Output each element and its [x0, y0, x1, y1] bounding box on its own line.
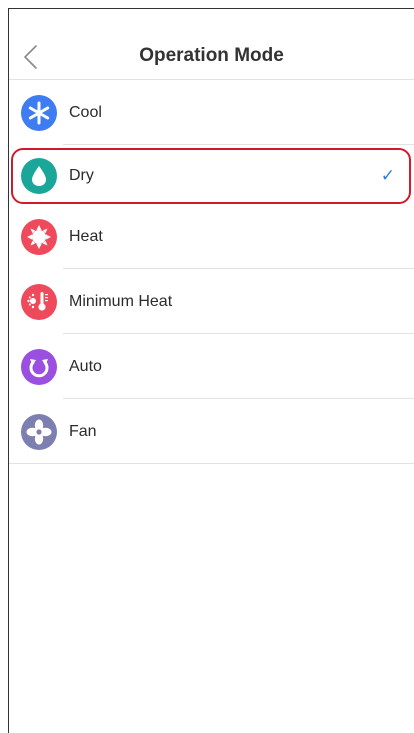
mode-label: Fan	[69, 422, 97, 440]
screen-frame: Operation Mode Cool Dry ✓ Heat Minimum H…	[8, 8, 414, 733]
mode-label: Cool	[69, 103, 102, 121]
thermometer-icon	[21, 283, 57, 320]
mode-item-auto[interactable]: Auto	[9, 334, 414, 399]
mode-label: Minimum Heat	[69, 292, 173, 310]
sun-icon	[21, 218, 57, 255]
mode-label: Heat	[69, 227, 103, 245]
page-title: Operation Mode	[139, 45, 284, 66]
fan-icon	[21, 413, 57, 450]
mode-item-heat[interactable]: Heat	[9, 204, 414, 269]
mode-item-cool[interactable]: Cool	[9, 80, 414, 145]
mode-item-fan[interactable]: Fan	[9, 399, 414, 464]
mode-list: Cool Dry ✓ Heat Minimum Heat Auto Fan	[9, 80, 414, 464]
water-drop-icon	[21, 158, 57, 194]
mode-item-minimum-heat[interactable]: Minimum Heat	[9, 269, 414, 334]
header: Operation Mode	[9, 9, 414, 80]
auto-cycle-icon	[21, 348, 57, 385]
mode-label: Auto	[69, 357, 102, 375]
snowflake-icon	[21, 94, 57, 131]
mode-item-dry[interactable]: Dry ✓	[11, 148, 411, 204]
selected-check-icon: ✓	[380, 166, 395, 185]
mode-label: Dry	[69, 167, 94, 184]
